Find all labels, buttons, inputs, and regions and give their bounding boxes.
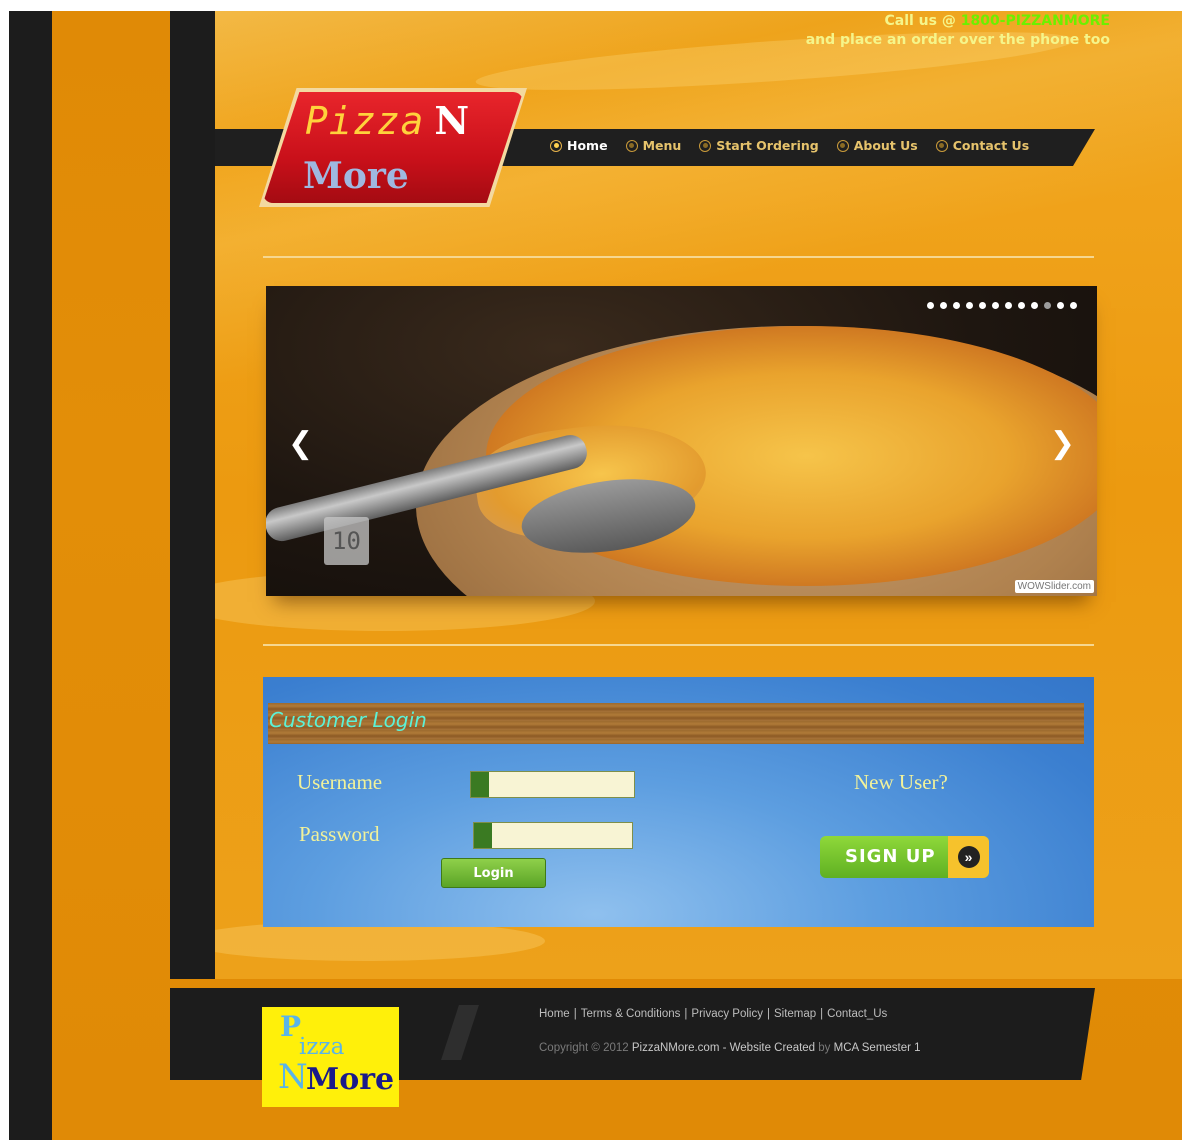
username-label: Username (297, 770, 383, 794)
logo-text-more: More (303, 155, 409, 197)
nav-item-about-us[interactable]: About Us (836, 138, 918, 153)
divider (263, 256, 1094, 258)
chevron-right-icon[interactable]: ❯ (1050, 426, 1075, 461)
copyright: Copyright © 2012 PizzaNMore.com - Websit… (539, 1042, 921, 1054)
double-chevron-right-icon: » (948, 836, 989, 878)
password-field[interactable] (473, 822, 633, 849)
footer-link-terms[interactable]: Terms & Conditions (581, 1008, 681, 1020)
copyright-creator: MCA Semester 1 (830, 1042, 921, 1054)
login-title: Customer Login (269, 708, 427, 732)
footer-logo-n: N (278, 1057, 308, 1097)
sign-up-label: SIGN UP (845, 846, 936, 867)
separator: | (684, 1008, 688, 1020)
slider-dot[interactable] (979, 302, 986, 309)
separator: | (766, 1008, 770, 1020)
divider (263, 644, 1094, 646)
main-nav: Home Menu Start Ordering About Us Contac… (550, 138, 1029, 153)
inner-dark-bar (170, 11, 215, 979)
nav-item-home[interactable]: Home (550, 138, 608, 153)
sign-up-button[interactable]: SIGN UP » (820, 836, 989, 878)
separator: | (573, 1008, 577, 1020)
nav-label: Contact Us (952, 138, 1030, 153)
call-us-subtext: and place an order over the phone too (805, 32, 1110, 48)
username-field[interactable] (470, 771, 635, 798)
slider-dot[interactable] (953, 302, 960, 309)
copyright-prefix: Copyright © 2012 (539, 1042, 632, 1054)
footer-link-sitemap[interactable]: Sitemap (774, 1008, 816, 1020)
background-swoosh (185, 921, 545, 961)
logo-text-pizza: Pizza N (305, 98, 470, 143)
radio-dot-icon (550, 139, 562, 152)
separator: | (820, 1008, 824, 1020)
copyright-mid: - Website Created (719, 1042, 819, 1054)
radio-dot-icon (836, 139, 849, 152)
slider-dot[interactable] (1070, 302, 1077, 309)
radio-dot-icon (935, 139, 948, 152)
logo-word-n: N (434, 98, 471, 143)
copyright-by: by (818, 1042, 831, 1054)
password-label: Password (299, 822, 380, 846)
footer-logo-more: More (306, 1062, 395, 1097)
footer-link-home[interactable]: Home (539, 1008, 570, 1020)
slider-dot[interactable] (992, 302, 999, 309)
slider-dot[interactable] (1005, 302, 1012, 309)
nav-item-start-ordering[interactable]: Start Ordering (699, 138, 819, 153)
slider-dot[interactable] (927, 302, 934, 309)
page: Call us @ 1800-PIZZANMORE and place an o… (0, 0, 1182, 1140)
slide-number: 10 (324, 517, 369, 565)
field-grip (471, 772, 489, 797)
footer-link-contact[interactable]: Contact_Us (827, 1008, 887, 1020)
slider-pagination (927, 302, 1077, 309)
slider-dot[interactable] (1018, 302, 1025, 309)
slider-dot[interactable] (1044, 302, 1051, 309)
call-us-banner: Call us @ 1800-PIZZANMORE and place an o… (806, 12, 1110, 50)
slider-dot[interactable] (940, 302, 947, 309)
radio-dot-icon (699, 139, 712, 152)
copyright-site: PizzaNMore.com (631, 1042, 720, 1054)
footer-links: Home | Terms & Conditions | Privacy Policy | S… (539, 1008, 887, 1020)
new-user-label: New User? (854, 770, 948, 794)
footer-link-privacy[interactable]: Privacy Policy (691, 1008, 763, 1020)
field-grip (474, 823, 492, 848)
slider-dot[interactable] (1057, 302, 1064, 309)
footer-logo-p: P (280, 1010, 302, 1043)
left-dark-strip (9, 11, 52, 1140)
nav-item-menu[interactable]: Menu (625, 138, 682, 153)
slider-dot[interactable] (966, 302, 973, 309)
chevron-left-icon[interactable]: ❮ (288, 426, 313, 461)
logo-word-pizza: Pizza (305, 99, 425, 143)
slider-credit-link[interactable]: WOWSlider.com (1014, 580, 1094, 593)
nav-label: Home (567, 138, 608, 153)
nav-label: About Us (853, 138, 918, 153)
radio-dot-icon (625, 139, 638, 152)
slider-dot[interactable] (1031, 302, 1038, 309)
image-slider[interactable]: ❮ ❯ 10 WOWSlider.com (266, 286, 1097, 596)
call-prefix: Call us @ (884, 13, 961, 29)
phone-number[interactable]: 1800-PIZZANMORE (961, 13, 1110, 29)
login-button[interactable]: Login (441, 858, 546, 888)
nav-item-contact-us[interactable]: Contact Us (935, 138, 1030, 153)
nav-label: Start Ordering (716, 138, 819, 153)
nav-label: Menu (642, 138, 682, 153)
